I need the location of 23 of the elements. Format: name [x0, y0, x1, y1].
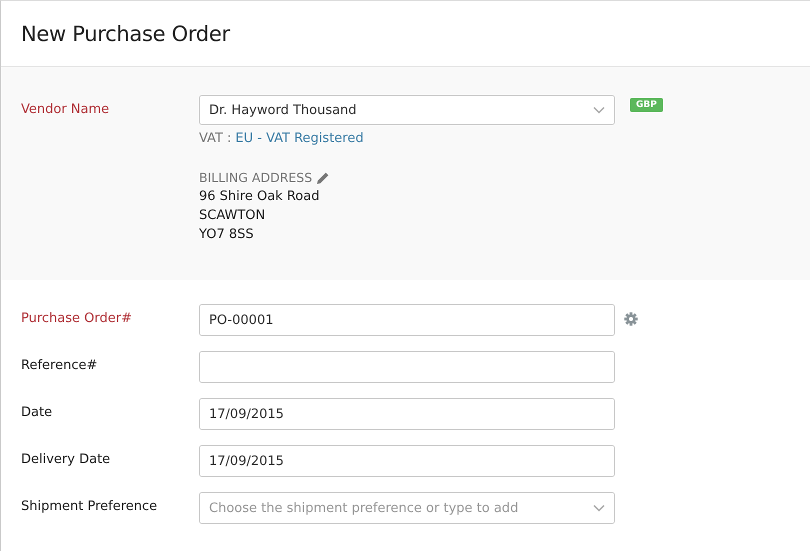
field-label: Date	[21, 404, 54, 422]
address-line: SCAWTON	[199, 208, 266, 223]
billing-address-heading: BILLING ADDRESS	[199, 170, 312, 185]
input-field[interactable]: 17/09/2015	[199, 398, 615, 430]
field-label: Vendor Name	[21, 101, 110, 119]
input-field[interactable]	[199, 351, 615, 383]
field-label: Purchase Order#	[21, 310, 134, 328]
field-label: Delivery Date	[21, 451, 112, 469]
settings-icon[interactable]	[624, 312, 638, 326]
caret-icon	[593, 504, 605, 512]
address-line: 96 Shire Oak Road	[199, 189, 320, 204]
currency-badge: GBP	[630, 98, 663, 112]
vat-link[interactable]: EU - VAT Registered	[235, 131, 364, 146]
address-line: YO7 8SS	[199, 227, 255, 242]
pencil-icon[interactable]	[316, 170, 330, 184]
vendor-select[interactable]: Dr. Hayword Thousand	[199, 95, 615, 125]
input-field[interactable]: 17/09/2015	[199, 445, 615, 477]
caret-icon	[593, 106, 605, 114]
page-title: New Purchase Order	[21, 22, 230, 46]
input-field[interactable]: PO-00001	[199, 304, 615, 336]
field-label: Reference#	[21, 357, 98, 375]
vat-label: VAT :	[199, 131, 232, 146]
field-label: Shipment Preference	[21, 498, 158, 516]
